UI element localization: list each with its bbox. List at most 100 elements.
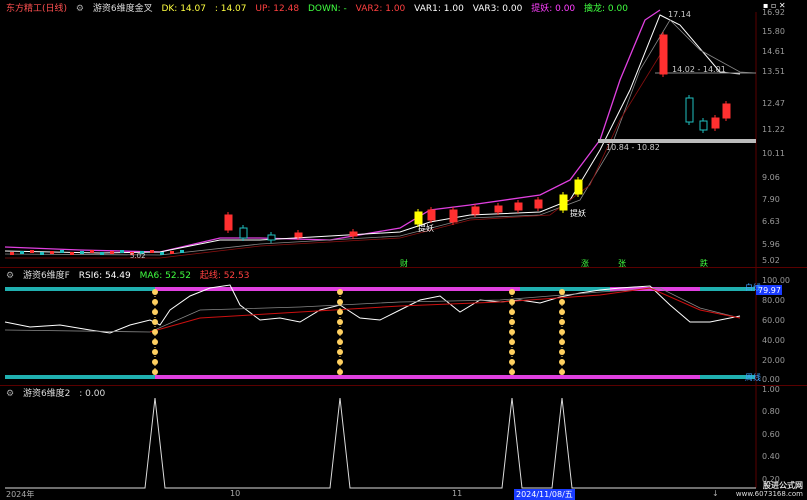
candle: [349, 231, 358, 237]
watermark: 股进公式网 www.6073168.com: [735, 482, 803, 499]
x-label-date[interactable]: 2024/11/08/五: [514, 489, 575, 500]
signal-dot: [509, 359, 515, 365]
watermark-line2: www.6073168.com: [735, 490, 803, 498]
range-label: 10.84 - 10.82: [606, 143, 660, 152]
price-tick: 7.90: [762, 195, 780, 204]
candle: [722, 103, 731, 119]
signal-dot: [337, 299, 343, 305]
signal-dot: [152, 289, 158, 295]
signal-dot: [337, 329, 343, 335]
x-label-year: 2024年: [6, 490, 35, 499]
signal-dot: [509, 309, 515, 315]
signal-dot: [152, 339, 158, 345]
signal-tick: 0.40: [762, 452, 780, 461]
tiyao-label: 提妖: [418, 223, 434, 233]
rsi-tick: 100.00: [762, 276, 790, 285]
ma6-line: [4, 287, 741, 333]
candle: [60, 250, 64, 253]
candle: [50, 251, 54, 254]
signal-dot: [152, 299, 158, 305]
signal-dot: [509, 349, 515, 355]
price-tick: 13.51: [762, 67, 785, 76]
rsi-panel: [4, 284, 755, 379]
candle: [494, 205, 503, 213]
signal-panel: [5, 397, 756, 489]
x-label-nov: 11: [452, 489, 463, 498]
candle: [534, 199, 543, 209]
price-tick: 5.96: [762, 240, 780, 249]
bottom-mark: 跌: [700, 258, 708, 268]
signal-dot: [559, 359, 565, 365]
signal-dot: [337, 289, 343, 295]
candle: [514, 202, 523, 211]
signal-dot: [152, 329, 158, 335]
signal-dot: [337, 359, 343, 365]
candle: [685, 97, 694, 123]
bottom-band-teal: [5, 375, 155, 379]
candle: [239, 227, 248, 239]
signal-tick: 0.60: [762, 430, 780, 439]
signal-dot: [559, 369, 565, 375]
signal-dot: [559, 309, 565, 315]
signal-dot: [509, 289, 515, 295]
x-axis: 2024年 10 11 2024/11/08/五 ↓: [0, 489, 807, 500]
candle: [160, 252, 164, 255]
candle: [574, 179, 583, 195]
candle: [90, 250, 94, 253]
candle: [294, 232, 303, 238]
price-tick: 10.11: [762, 149, 785, 158]
price-tick: 5.02: [762, 256, 780, 265]
signal-dot: [559, 299, 565, 305]
candle: [80, 251, 84, 254]
lower-band-line: [4, 19, 757, 256]
candle: [100, 252, 104, 255]
signal-dot: [152, 309, 158, 315]
range-label: 14.02 - 14.01: [672, 65, 726, 74]
kline-chart[interactable]: 16.92 15.80 14.61 13.51 12.47 11.22 10.11 9.06 7…: [0, 0, 807, 500]
rsi-tick: 20.00: [762, 356, 785, 365]
signal-dot: [337, 349, 343, 355]
white-line-label: 白线: [745, 282, 761, 292]
candle: [471, 206, 480, 215]
candle: [150, 250, 154, 253]
rsi-current-value: 79.97: [758, 286, 781, 295]
candle: [70, 252, 74, 255]
price-tick: 14.61: [762, 47, 785, 56]
rsi-tick: 80.00: [762, 296, 785, 305]
candle: [224, 214, 233, 231]
signal-tick: 0.80: [762, 407, 780, 416]
candle: [659, 34, 668, 75]
candle: [449, 209, 458, 223]
price-tick: 11.22: [762, 125, 785, 134]
price-tick: 16.92: [762, 8, 785, 17]
price-tick: 15.80: [762, 27, 785, 36]
zhou-line-label: 周线: [745, 372, 761, 382]
signal-dot: [559, 349, 565, 355]
signal-dot: [559, 329, 565, 335]
signal-dot: [152, 359, 158, 365]
signal-dot: [152, 319, 158, 325]
signal-dot: [509, 339, 515, 345]
signal-dot: [509, 329, 515, 335]
signal-dot: [559, 289, 565, 295]
signal-dot: [559, 339, 565, 345]
rsi-tick: 60.00: [762, 316, 785, 325]
qixian-line: [149, 287, 741, 333]
signal-dot: [509, 299, 515, 305]
signal-dot: [559, 319, 565, 325]
rsi-tick: 40.00: [762, 336, 785, 345]
rsi-tick: 0.00: [762, 375, 780, 384]
signal-dot: [509, 369, 515, 375]
bottom-mark: 财: [400, 258, 408, 268]
low-label: 5.02: [130, 252, 146, 260]
candle: [711, 117, 720, 129]
candle: [10, 252, 14, 255]
axis-ticks: 16.92 15.80 14.61 13.51 12.47 11.22 10.11 9.06 7…: [756, 8, 790, 484]
signal-dot: [152, 369, 158, 375]
bottom-mark: 张: [618, 259, 626, 268]
candle: [170, 251, 174, 254]
candle: [267, 234, 276, 241]
candle: [20, 251, 24, 254]
candle: [110, 251, 114, 254]
scroll-arrow-icon[interactable]: ↓: [712, 489, 719, 498]
